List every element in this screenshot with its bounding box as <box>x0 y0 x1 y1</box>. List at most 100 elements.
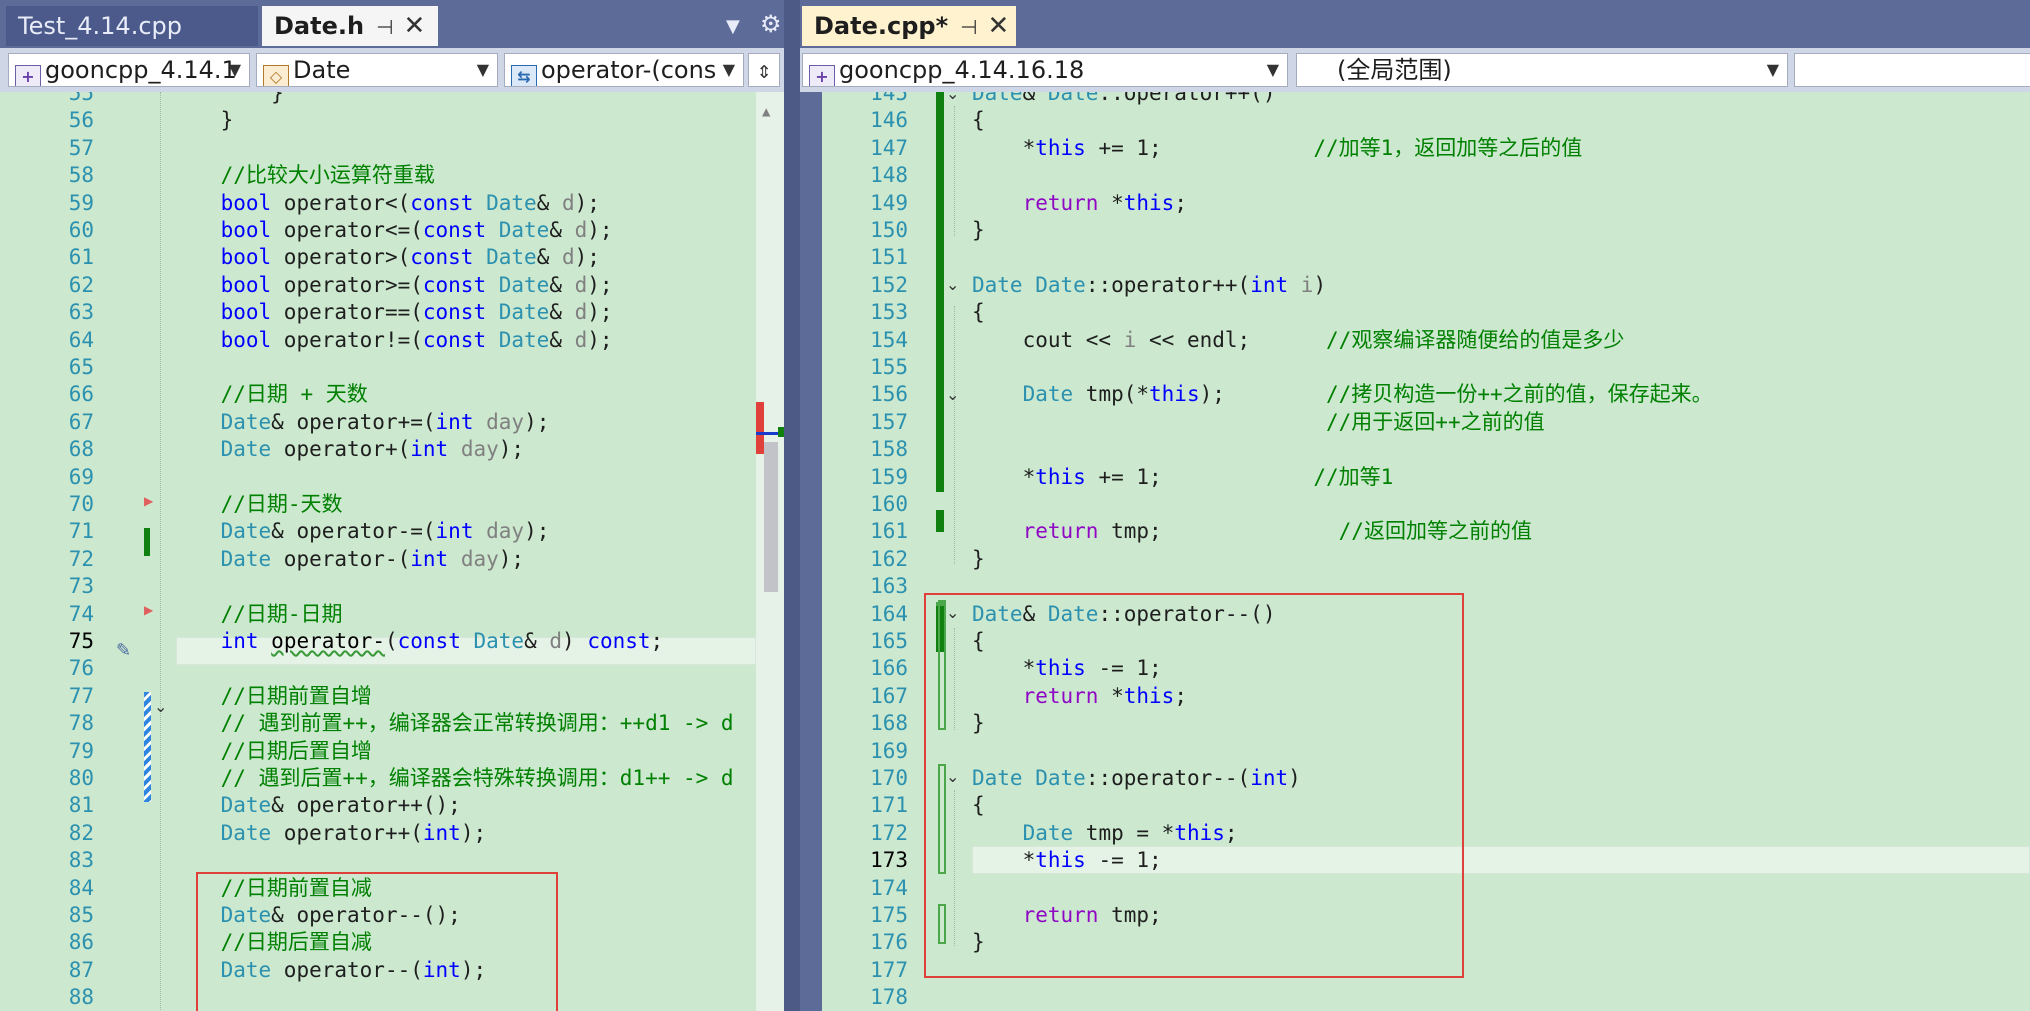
line-number: 79 <box>68 738 94 763</box>
right-code-editor[interactable]: ⌄ ⌄ ⌄ ⌄ ⌄ 145 Date& Date::operator++() 146… <box>822 92 2030 1011</box>
project-dropdown-value: gooncpp_4.14.1 <box>45 56 237 84</box>
left-code-editor[interactable]: ⌄ ▶ ▶ ✎ 55 } 56 } 57 58 //比较大小运算符重载 59 bool … <box>0 92 756 1011</box>
scope-dropdown[interactable]: (全局范围) ▼ <box>1296 53 1788 87</box>
code-line[interactable]: 58 //比较大小运算符重载 <box>0 162 756 189</box>
scope-dropdown[interactable]: ◇ Date ▼ <box>256 53 498 87</box>
code-token: day <box>486 409 525 434</box>
code-line[interactable]: 162} <box>822 546 2030 573</box>
code-line[interactable]: 160 <box>822 491 2030 518</box>
code-line[interactable]: 158 <box>822 436 2030 463</box>
right-editor-pane: Date.cpp* ⊣ ✕ + gooncpp_4.14.16.18 ▼ (全局范围)… <box>800 0 2030 1011</box>
code-token: & <box>536 245 562 270</box>
gear-icon[interactable]: ⚙ <box>760 10 782 38</box>
code-line[interactable]: 74 //日期-日期 <box>0 601 756 628</box>
code-line[interactable]: 68 Date operator+(int day); <box>0 436 756 463</box>
code-text: } <box>972 546 985 573</box>
code-line[interactable]: 155 <box>822 354 2030 381</box>
code-line[interactable]: 73 <box>0 573 756 600</box>
tab-date-cpp[interactable]: Date.cpp* ⊣ ✕ <box>802 6 1016 46</box>
code-token: & operator++(); <box>271 793 461 818</box>
chevron-down-icon[interactable]: ▼ <box>726 16 740 37</box>
pin-icon[interactable]: ⊣ <box>376 15 393 39</box>
code-line[interactable]: 64 bool operator!=(const Date& d); <box>0 327 756 354</box>
code-line[interactable]: 82 Date operator++(int); <box>0 820 756 847</box>
code-line[interactable]: 153 { <box>822 299 2030 326</box>
code-line[interactable]: 146 { <box>822 107 2030 134</box>
code-token: //观察编译器随便给的值是多少 <box>1326 327 1625 352</box>
line-number: 175 <box>870 903 908 927</box>
code-line[interactable]: 59 bool operator<(const Date& d); <box>0 190 756 217</box>
code-line[interactable]: 161 return tmp; //返回加等之前的值 <box>822 518 2030 545</box>
member-dropdown[interactable] <box>1794 53 2030 87</box>
code-line[interactable]: 75 int operator-(const Date& d) const; <box>0 628 756 655</box>
code-line[interactable]: 149 return *this; <box>822 190 2030 217</box>
code-line[interactable]: 152 Date Date::operator++(int i) <box>822 272 2030 299</box>
line-number: 75 <box>68 629 94 653</box>
code-line[interactable]: 83 <box>0 847 756 874</box>
code-line[interactable]: 65 <box>0 354 756 381</box>
code-line[interactable]: 61 bool operator>(const Date& d); <box>0 244 756 271</box>
project-dropdown[interactable]: + gooncpp_4.14.1 ▼ <box>8 53 250 87</box>
code-line[interactable]: 60 bool operator<=(const Date& d); <box>0 217 756 244</box>
project-dropdown[interactable]: + gooncpp_4.14.16.18 ▼ <box>802 53 1288 87</box>
code-token: ; <box>1174 190 1187 215</box>
code-line[interactable]: 62 bool operator>=(const Date& d); <box>0 272 756 299</box>
code-text: bool operator<=(const Date& d); <box>170 217 613 244</box>
code-line[interactable]: 66 //日期 + 天数 <box>0 381 756 408</box>
code-token: //加等1 <box>1313 464 1394 489</box>
line-number: 166 <box>870 656 908 681</box>
code-line[interactable]: 147 *this += 1; //加等1，返回加等之后的值 <box>822 135 2030 162</box>
code-line[interactable]: 79 //日期后置自增 <box>0 738 756 765</box>
code-line[interactable]: 80 // 遇到后置++，编译器会特殊转换调用：d1++ -> d <box>0 765 756 792</box>
split-icon[interactable]: ⇕ <box>748 53 780 87</box>
line-number: 76 <box>68 656 94 681</box>
code-line[interactable]: 67 Date& operator+=(int day); <box>0 409 756 436</box>
code-line[interactable]: 150} <box>822 217 2030 244</box>
code-line[interactable]: 77 //日期前置自增 <box>0 683 756 710</box>
code-line[interactable]: 81 Date& operator++(); <box>0 792 756 819</box>
code-line[interactable]: 159 *this += 1; //加等1 <box>822 464 2030 491</box>
pane-splitter[interactable] <box>784 0 800 1011</box>
code-line[interactable]: 69 <box>0 464 756 491</box>
code-line[interactable]: 157 //用于返回++之前的值 <box>822 409 2030 436</box>
code-line[interactable]: 78 // 遇到前置++，编译器会正常转换调用：++d1 -> d <box>0 710 756 737</box>
code-line[interactable]: 71 Date& operator-=(int day); <box>0 518 756 545</box>
code-line[interactable]: 156 Date tmp(*this); //拷贝构造一份++之前的值，保存起来… <box>822 381 2030 408</box>
code-line[interactable]: 63 bool operator==(const Date& d); <box>0 299 756 326</box>
code-line[interactable]: 154 cout << i << endl; //观察编译器随便给的值是多少 <box>822 327 2030 354</box>
scrollbar-thumb[interactable] <box>764 442 778 592</box>
code-token: } <box>972 218 985 242</box>
chevron-down-icon: ▼ <box>228 60 241 79</box>
code-line[interactable]: 178 <box>822 984 2030 1011</box>
close-icon[interactable]: ✕ <box>404 11 426 41</box>
code-line[interactable]: 148 <box>822 162 2030 189</box>
code-line[interactable]: 76 <box>0 655 756 682</box>
code-line[interactable]: 56 } <box>0 107 756 134</box>
code-line[interactable]: 55 } <box>0 92 756 107</box>
code-line[interactable]: 72 Date operator-(int day); <box>0 546 756 573</box>
line-number: 63 <box>68 300 94 325</box>
code-token: ); <box>498 546 525 571</box>
tab-date-h[interactable]: Date.h ⊣ ✕ <box>262 6 438 46</box>
code-token: const <box>410 245 474 270</box>
member-dropdown[interactable]: ⇆ operator-(cons ▼ <box>504 53 744 87</box>
code-line[interactable]: 57 <box>0 135 756 162</box>
code-line[interactable]: 151 <box>822 244 2030 271</box>
code-token: int <box>220 629 259 653</box>
tab-test-cpp[interactable]: Test_4.14.cpp <box>6 6 258 46</box>
close-icon[interactable]: ✕ <box>988 11 1010 41</box>
line-number: 145 <box>870 92 908 105</box>
code-line[interactable]: 145 Date& Date::operator++() <box>822 92 2030 107</box>
code-line[interactable]: 70 //日期-天数 <box>0 491 756 518</box>
pin-icon[interactable]: ⊣ <box>960 15 977 39</box>
code-token: //比较大小运算符重载 <box>170 163 435 188</box>
code-token: Date <box>220 546 272 571</box>
code-token: //日期-日期 <box>170 601 343 626</box>
scroll-up-icon[interactable]: ▲ <box>762 104 770 120</box>
left-vertical-scrollbar[interactable]: ▲ <box>756 92 784 1011</box>
